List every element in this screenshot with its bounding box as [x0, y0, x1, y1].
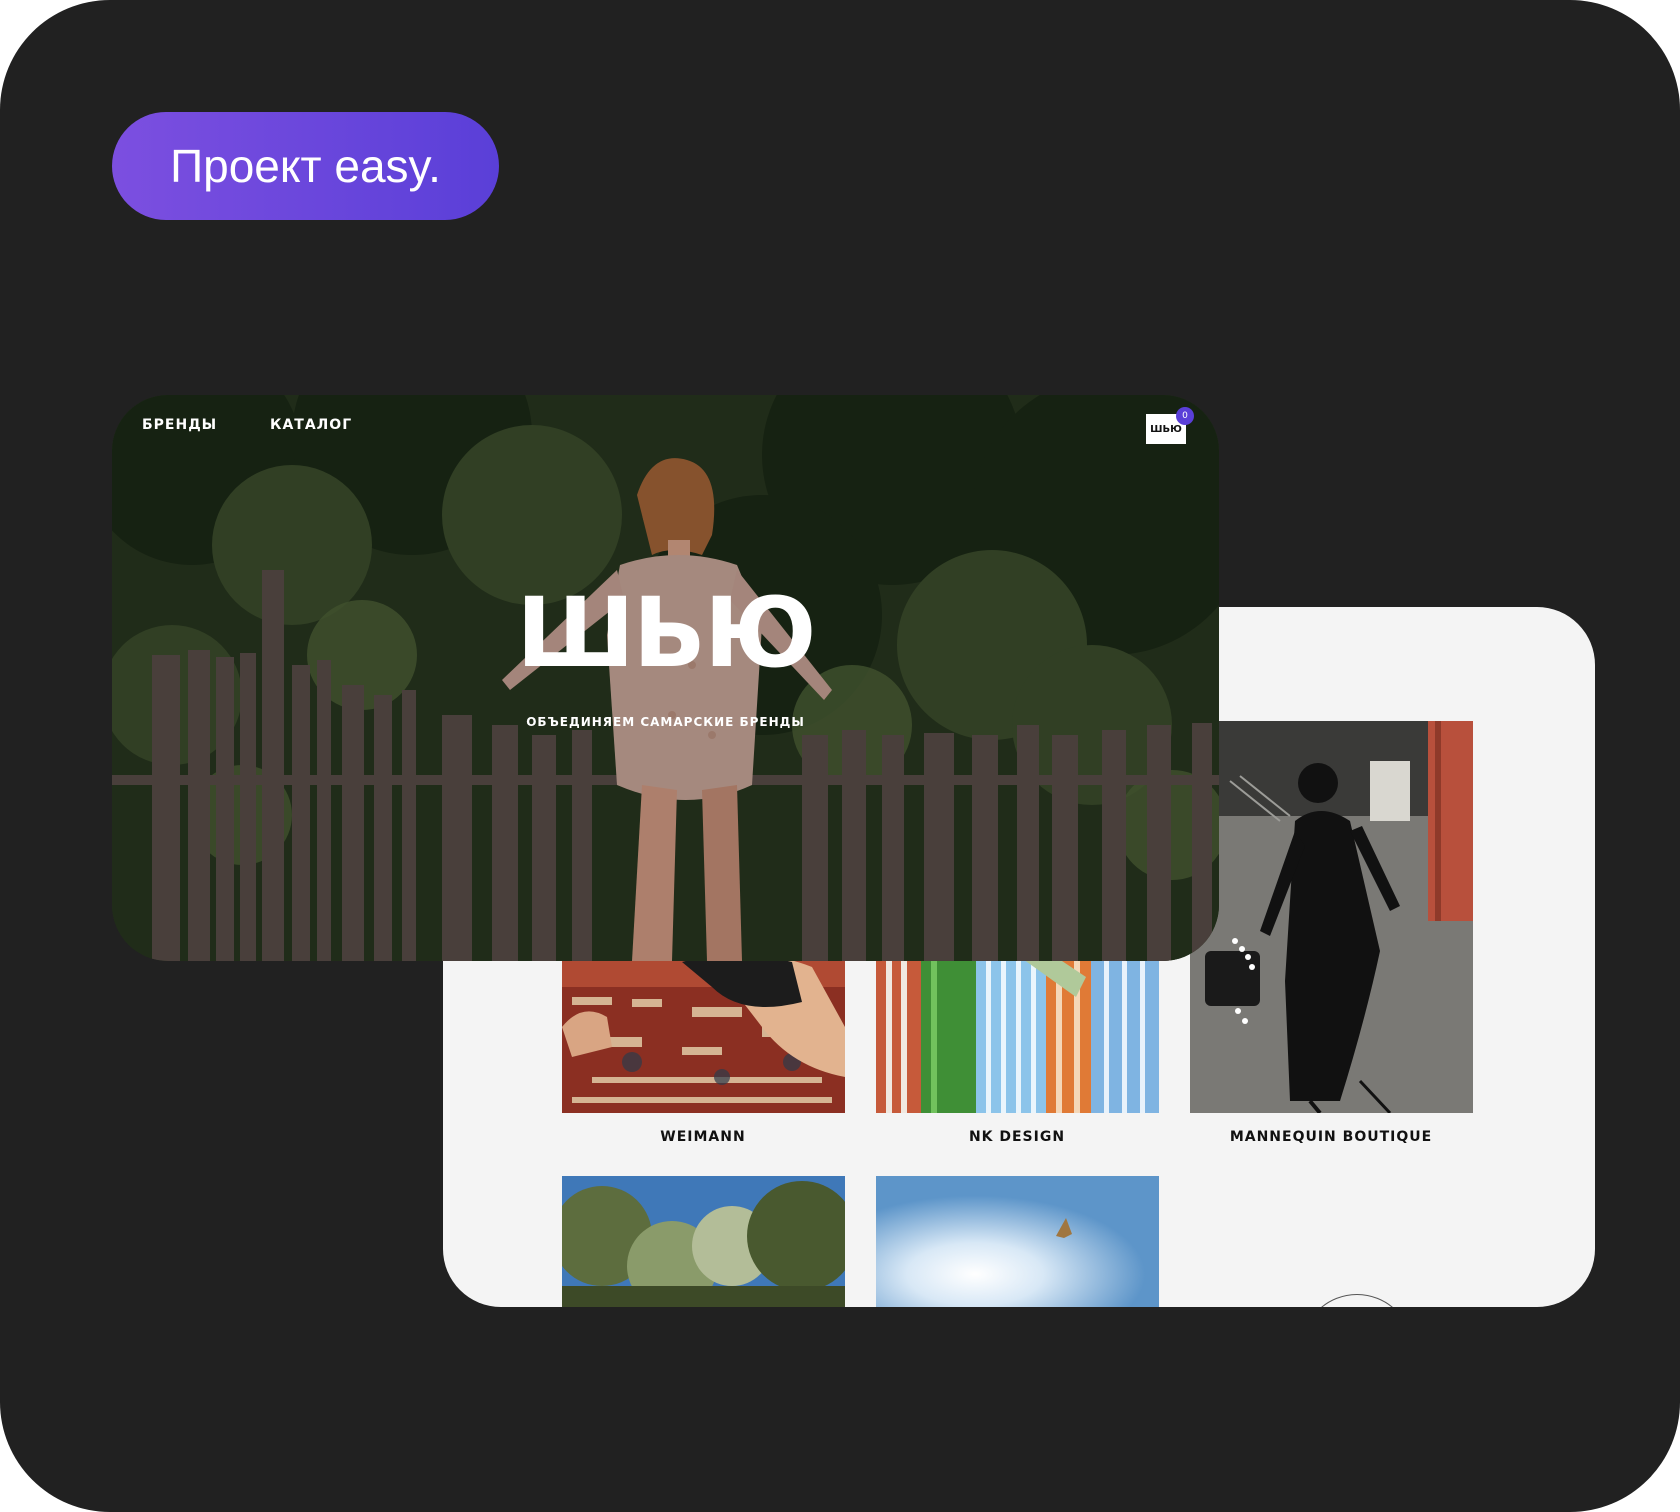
project-badge: Проект easy.	[112, 112, 499, 220]
brand-caption-weimann[interactable]: WEIMANN	[562, 1129, 844, 1145]
brand-caption-nk-design[interactable]: NK DESIGN	[876, 1129, 1158, 1145]
brand-caption-mannequin-boutique[interactable]: MANNEQUIN BOUTIQUE	[1190, 1129, 1472, 1145]
presentation-frame: Проект easy. WEIMANN NK DESIGN MANNEQUIN…	[0, 0, 1680, 1512]
mannequin-boutique-photo	[1190, 721, 1473, 1113]
hero-title: ШЬЮ	[516, 577, 816, 689]
nav-brands-link[interactable]: БРЕНДЫ	[142, 417, 217, 433]
trees-photo	[562, 1176, 845, 1307]
cart-count-badge: 0	[1176, 407, 1194, 425]
hero-subtitle: ОБЪЕДИНЯЕМ САМАРСКИЕ БРЕНДЫ	[526, 715, 805, 729]
brand-tile-mannequin-boutique[interactable]	[1190, 721, 1473, 1113]
hero-card: БРЕНДЫ КАТАЛОГ ШЬЮ 0 ШЬЮ ОБЪЕДИНЯЕМ САМА…	[112, 395, 1219, 961]
brand-tile-trees[interactable]	[562, 1176, 845, 1307]
brand-tile-sky[interactable]	[876, 1176, 1159, 1307]
nav-catalog-link[interactable]: КАТАЛОГ	[270, 417, 352, 433]
round-button-outline[interactable]	[1301, 1294, 1413, 1307]
sky-photo	[876, 1176, 1159, 1307]
